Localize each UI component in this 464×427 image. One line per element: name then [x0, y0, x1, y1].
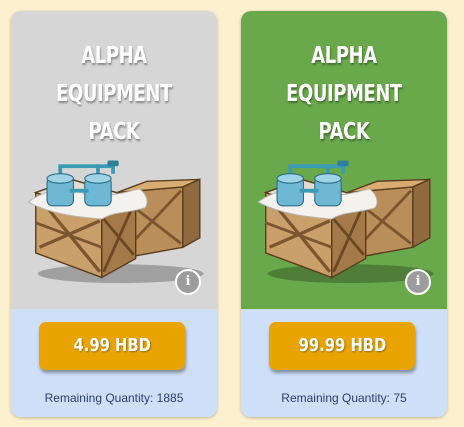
pack-title-line2: PACK: [318, 119, 370, 145]
card-header-panel: ALPHA EQUIPMENT PACK i: [11, 11, 217, 309]
pack-card-1: ALPHA EQUIPMENT PACK i 4.99 HBD Remainin…: [11, 11, 217, 417]
crate-with-tanks-icon: [256, 158, 436, 285]
card-header-panel: ALPHA EQUIPMENT PACK i: [241, 11, 447, 309]
buy-button[interactable]: 99.99 HBD: [269, 322, 415, 370]
pack-title-line2: PACK: [88, 119, 140, 145]
pack-title-line1: ALPHA EQUIPMENT: [286, 43, 402, 107]
pack-title: ALPHA EQUIPMENT PACK: [34, 37, 195, 151]
pack-title-line1: ALPHA EQUIPMENT: [56, 43, 172, 107]
crate-with-tanks-icon: [26, 158, 206, 285]
buy-button-label: 4.99 HBD: [73, 335, 151, 356]
info-icon[interactable]: i: [175, 269, 201, 295]
pack-card-2: ALPHA EQUIPMENT PACK i 99.99 HBD Remaini…: [241, 11, 447, 417]
remaining-quantity: Remaining Quantity: 1885: [44, 391, 184, 405]
info-icon[interactable]: i: [405, 269, 431, 295]
buy-button-label: 99.99 HBD: [298, 335, 386, 356]
buy-button[interactable]: 4.99 HBD: [39, 322, 185, 370]
remaining-quantity: Remaining Quantity: 75: [281, 391, 407, 405]
pack-title: ALPHA EQUIPMENT PACK: [264, 37, 425, 151]
